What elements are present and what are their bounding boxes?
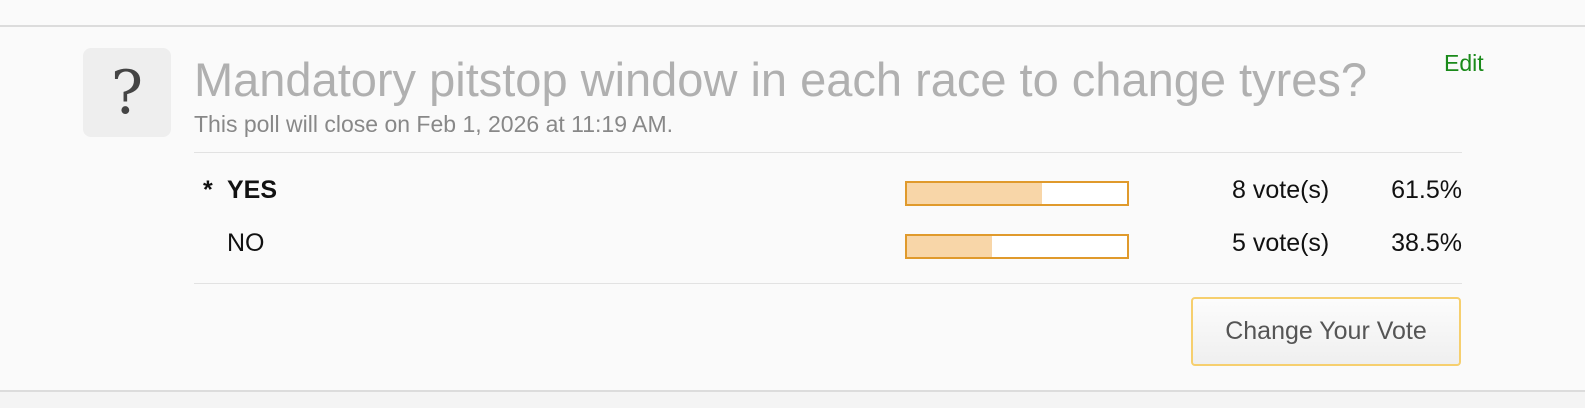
vote-bar	[905, 181, 1129, 206]
question-mark-icon: ?	[83, 48, 171, 137]
poll-title: Mandatory pitstop window in each race to…	[194, 53, 1368, 106]
page-footer-area	[0, 392, 1585, 408]
vote-bar	[905, 234, 1129, 259]
vote-bar-fill	[907, 236, 992, 257]
options-bottom-divider	[194, 283, 1462, 284]
vote-count: 5 vote(s)	[1232, 229, 1330, 257]
selected-marker: *	[203, 176, 213, 204]
vote-percent: 38.5%	[1391, 229, 1462, 257]
edit-link[interactable]: Edit	[1444, 50, 1484, 77]
poll-close-notice: This poll will close on Feb 1, 2026 at 1…	[194, 111, 674, 137]
poll-option-yes: * YES 8 vote(s) 61.5%	[194, 173, 1462, 213]
options-top-divider	[194, 152, 1462, 153]
change-vote-button[interactable]: Change Your Vote	[1191, 297, 1461, 366]
poll-option-no: NO 5 vote(s) 38.5%	[194, 226, 1462, 266]
option-label: YES	[227, 176, 278, 204]
option-label: NO	[227, 229, 265, 257]
vote-bar-fill	[907, 183, 1043, 204]
question-mark-glyph: ?	[110, 57, 144, 128]
top-divider	[0, 25, 1585, 27]
poll-page: ? Mandatory pitstop window in each race …	[0, 0, 1585, 408]
vote-count: 8 vote(s)	[1232, 176, 1330, 204]
vote-percent: 61.5%	[1391, 176, 1462, 204]
